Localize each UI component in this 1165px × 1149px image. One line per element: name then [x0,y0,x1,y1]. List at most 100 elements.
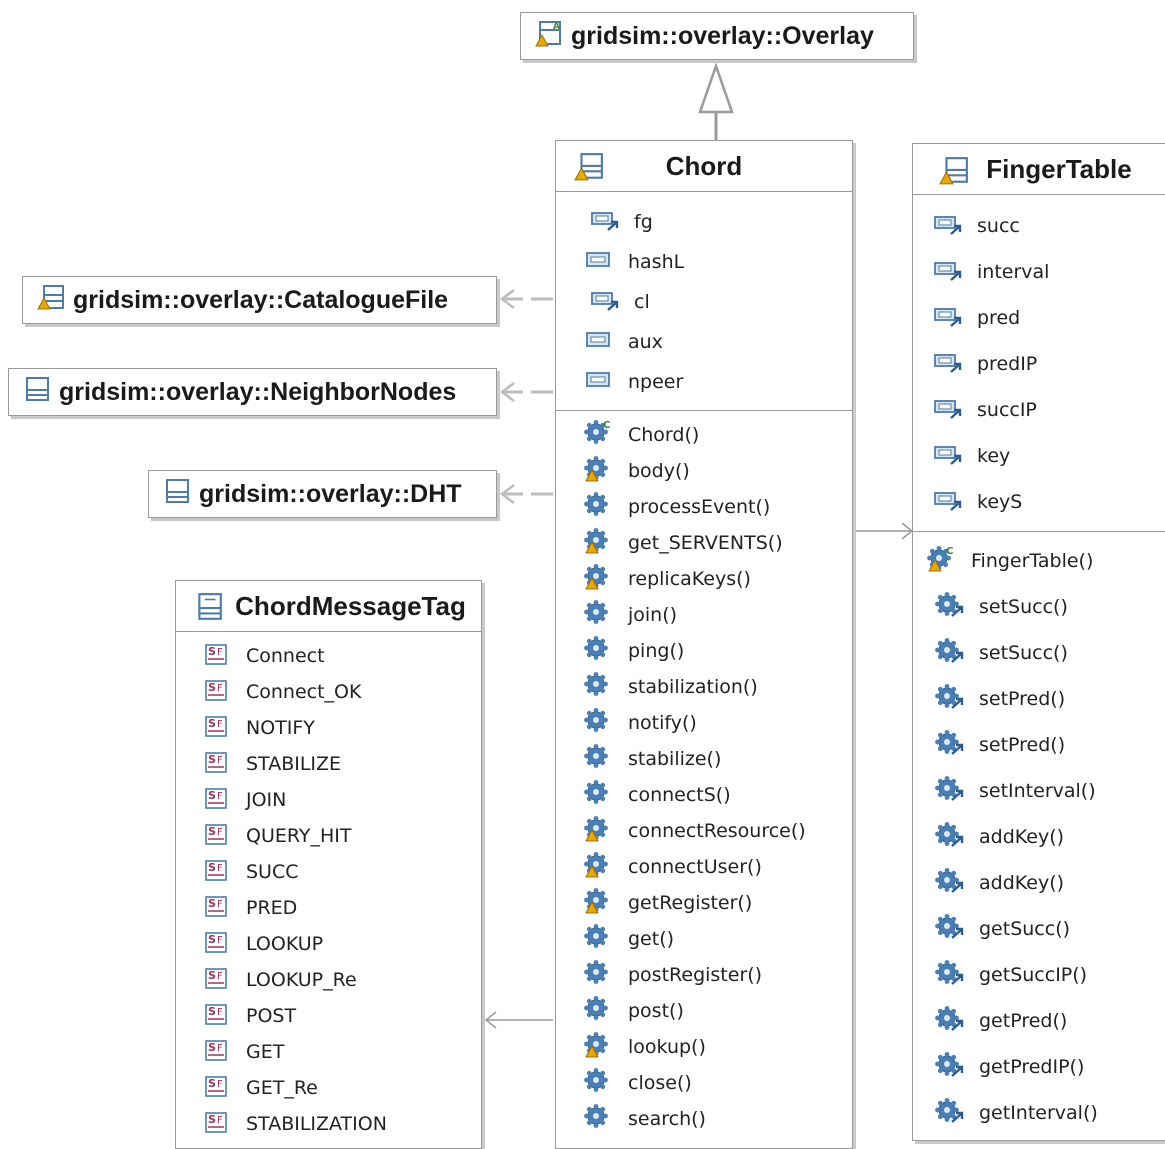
fingertable-field-item[interactable]: interval [933,249,1165,295]
chord-method-item[interactable]: lookup() [584,1029,852,1065]
method-icon [935,1005,965,1038]
chord-method-item[interactable]: get() [584,921,852,957]
method-icon [935,637,965,670]
svg-text:S: S [208,645,216,658]
method-icon [584,599,614,632]
fingertable-field-item[interactable]: keyS [933,479,1165,525]
chord-method-item[interactable]: C Chord() [584,417,852,453]
overlay-interface-box[interactable]: A gridsim::overlay::Overlay [520,12,914,60]
messagetag-constant-item[interactable]: S F GET [202,1034,481,1070]
chordmessagetag-class-box[interactable]: ChordMessageTag S F Connect S F Connect_OK S F N… [175,580,482,1149]
messagetag-constant-item[interactable]: S F GET_Re [202,1070,481,1106]
chord-method-item[interactable]: close() [584,1065,852,1101]
fingertable-class-box[interactable]: FingerTable succ interval pred predIP succIP… [912,143,1165,1141]
svg-text:S: S [208,933,216,946]
messagetag-constant-item-label: QUERY_HIT [246,825,352,847]
chord-method-item[interactable]: connectS() [584,777,852,813]
chord-method-item[interactable]: get_SERVENTS() [584,525,852,561]
messagetag-constant-item-label: POST [246,1005,297,1027]
fingertable-method-item-label: setPred() [979,734,1066,756]
messagetag-constant-item[interactable]: S F NOTIFY [202,710,481,746]
fingertable-method-item[interactable]: setInterval() [927,768,1165,814]
chord-method-item[interactable]: processEvent() [584,489,852,525]
fingertable-method-item[interactable]: getPred() [927,998,1165,1044]
method-icon [935,867,965,900]
chord-methods-section: C Chord() body() processEvent() get_SERVENTS… [556,411,852,1137]
chord-method-item-label: join() [628,604,678,626]
chord-field-item[interactable]: cl [584,282,852,322]
chord-method-item[interactable]: connectUser() [584,849,852,885]
messagetag-constant-item[interactable]: S F STABILIZE [202,746,481,782]
chord-method-item-label: search() [628,1108,706,1130]
fingertable-methods-section: C FingerTable() setSucc() setSucc() setPred(… [913,532,1165,1136]
chord-field-item[interactable]: aux [584,322,852,362]
chord-method-item-label: connectS() [628,784,731,806]
chord-method-item-label: notify() [628,712,697,734]
chord-method-item[interactable]: stabilize() [584,741,852,777]
svg-text:F: F [217,755,223,766]
chord-method-item[interactable]: search() [584,1101,852,1137]
chord-method-item[interactable]: getRegister() [584,885,852,921]
chord-method-item[interactable]: post() [584,993,852,1029]
fingertable-field-item[interactable]: predIP [933,341,1165,387]
chord-method-item[interactable]: connectResource() [584,813,852,849]
dht-ref-box[interactable]: gridsim::overlay::DHT [148,470,497,518]
chord-class-box[interactable]: Chord fg hashL cl aux npeer C Chord() body() pr… [555,140,853,1149]
messagetag-constant-item[interactable]: S F SUCC [202,854,481,890]
method-icon [935,591,965,624]
fingertable-field-item[interactable]: key [933,433,1165,479]
messagetag-constant-item-label: LOOKUP [246,933,324,955]
chord-method-item-label: postRegister() [628,964,763,986]
method-icon [584,923,614,956]
fingertable-field-item[interactable]: succIP [933,387,1165,433]
fingertable-method-item[interactable]: setSucc() [927,630,1165,676]
method-icon [584,455,614,488]
generalization-arrowhead [698,62,734,114]
messagetag-constant-item[interactable]: S F PRED [202,890,481,926]
neighbornodes-ref-box[interactable]: gridsim::overlay::NeighborNodes [8,368,497,416]
chord-method-item[interactable]: join() [584,597,852,633]
fingertable-field-item[interactable]: succ [933,203,1165,249]
static-final-field-icon: SF [202,1001,232,1032]
messagetag-constant-item[interactable]: S F Connect_OK [202,674,481,710]
fingertable-method-item[interactable]: getPredIP() [927,1044,1165,1090]
fingertable-method-item[interactable]: setSucc() [927,584,1165,630]
static-final-field-icon: SF [202,749,232,780]
chord-method-item[interactable]: ping() [584,633,852,669]
fingertable-method-item[interactable]: C FingerTable() [927,538,1165,584]
static-final-field-icon: SF [202,1073,232,1104]
fingertable-method-item-label: getPred() [979,1010,1068,1032]
fingertable-method-item[interactable]: setPred() [927,676,1165,722]
cataloguefile-name: gridsim::overlay::CatalogueFile [73,285,449,314]
chord-field-item[interactable]: fg [584,202,852,242]
fingertable-method-item[interactable]: getInterval() [927,1090,1165,1136]
fingertable-field-item[interactable]: pred [933,295,1165,341]
chord-field-item[interactable]: hashL [584,242,852,282]
chord-method-item[interactable]: stabilization() [584,669,852,705]
messagetag-constant-item[interactable]: S F JOIN [202,782,481,818]
fingertable-method-item[interactable]: addKey() [927,860,1165,906]
cataloguefile-ref-box[interactable]: gridsim::overlay::CatalogueFile [22,276,497,324]
chord-method-item-label: processEvent() [628,496,771,518]
messagetag-constant-item[interactable]: S F QUERY_HIT [202,818,481,854]
chord-method-item[interactable]: replicaKeys() [584,561,852,597]
fingertable-method-item[interactable]: addKey() [927,814,1165,860]
fingertable-method-item[interactable]: getSuccIP() [927,952,1165,998]
chord-method-item[interactable]: postRegister() [584,957,852,993]
messagetag-constant-item[interactable]: S F POST [202,998,481,1034]
fingertable-method-item[interactable]: getSucc() [927,906,1165,952]
messagetag-constant-item[interactable]: S F STABILIZATION [202,1106,481,1142]
chord-method-item[interactable]: notify() [584,705,852,741]
method-icon [584,959,614,992]
messagetag-constant-item[interactable]: S F LOOKUP [202,926,481,962]
fingertable-method-item-label: setPred() [979,688,1066,710]
messagetag-constant-item[interactable]: S F Connect [202,638,481,674]
chord-method-item[interactable]: body() [584,453,852,489]
fingertable-method-item-label: FingerTable() [971,550,1094,572]
field-icon [584,249,614,276]
constructor-icon: C [584,419,614,452]
method-icon [935,959,965,992]
chord-field-item[interactable]: npeer [584,362,852,402]
fingertable-method-item[interactable]: setPred() [927,722,1165,768]
messagetag-constant-item[interactable]: S F LOOKUP_Re [202,962,481,998]
